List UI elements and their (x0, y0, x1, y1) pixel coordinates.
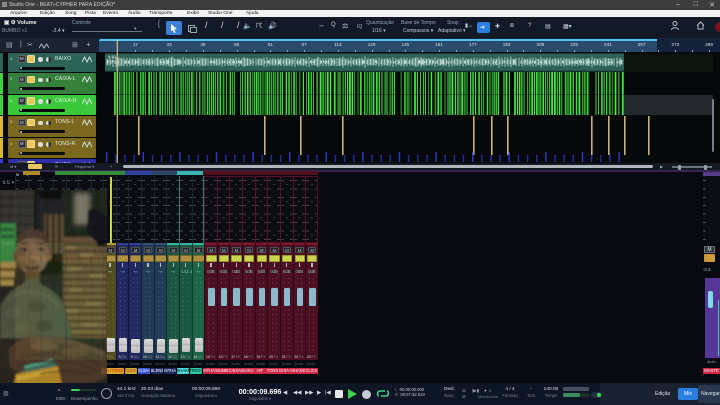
svg-text:6:40: 6:40 (108, 54, 117, 59)
